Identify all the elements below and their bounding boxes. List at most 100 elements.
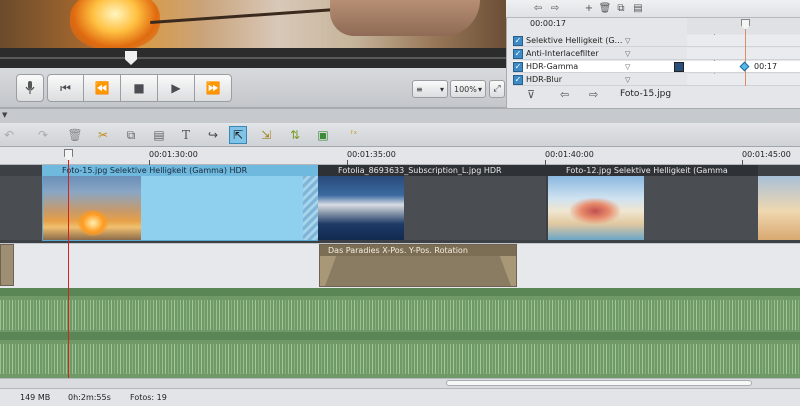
effect-row-anti-interlace[interactable]: ✓ Anti-Interlacefilter ▽: [513, 48, 687, 60]
effect-checkbox[interactable]: ✓: [513, 35, 523, 46]
chevron-down-icon[interactable]: ▽: [625, 76, 630, 84]
effect-keyframe-lane[interactable]: [687, 48, 800, 60]
zoom-value: 100%: [454, 84, 477, 94]
fast-forward-button[interactable]: ⏩: [194, 74, 232, 102]
range-cursor-icon[interactable]: ⇲: [257, 126, 275, 144]
microphone-icon: [25, 81, 35, 94]
keyframe-time: 00:17: [754, 62, 778, 71]
paste-icon[interactable]: ▤: [150, 126, 168, 144]
view-menu-dropdown[interactable]: ≡ ▾: [412, 80, 448, 98]
play-button[interactable]: ▶: [157, 74, 195, 102]
effect-checkbox[interactable]: ✓: [513, 61, 523, 72]
clip-thumbnail-next[interactable]: [758, 176, 800, 240]
undo-icon[interactable]: ↶: [0, 126, 18, 144]
cut-icon[interactable]: ✂: [94, 126, 112, 144]
copy-effect-icon[interactable]: ⧉: [614, 2, 628, 15]
collapse-down-icon[interactable]: ⊽: [527, 88, 535, 101]
ruler-label: 00:01:30:00: [149, 150, 198, 159]
status-bar: [0, 388, 800, 406]
scrollbar-thumb[interactable]: [446, 380, 752, 386]
effect-checkbox[interactable]: ✓: [513, 74, 523, 85]
effect-label: Selektive Helligkeit (G…: [526, 36, 623, 45]
title-clip-previous[interactable]: [0, 244, 14, 286]
previous-clip-icon[interactable]: ⇦: [560, 88, 569, 101]
paste-effect-icon[interactable]: ▤: [631, 2, 645, 15]
delete-effect-icon[interactable]: 🗑: [598, 2, 612, 15]
timeline-ruler[interactable]: [0, 147, 800, 165]
effects-clip-name: Foto-15.jpg: [620, 89, 672, 99]
preview-scrub-line: [0, 57, 506, 59]
rotate-icon[interactable]: ↪: [204, 126, 222, 144]
group-icon[interactable]: ▣: [314, 126, 332, 144]
thumbnail-figure: [570, 198, 620, 224]
undo-arrow-icon[interactable]: ⇦: [531, 2, 545, 15]
effects-playhead-line: [745, 30, 746, 86]
title-clip-header: Das Paradies X-Pos. Y-Pos. Rotation: [320, 245, 516, 256]
zoom-dropdown[interactable]: 100% ▾: [450, 80, 486, 98]
rewind-button[interactable]: ⏪: [83, 74, 121, 102]
move-arrows-icon[interactable]: ⇅: [286, 126, 304, 144]
expand-icon: ⤢: [493, 84, 501, 94]
play-icon: ▶: [171, 81, 181, 95]
fast-forward-icon: ⏩: [205, 81, 221, 95]
effect-keyframe-lane[interactable]: [687, 35, 800, 47]
redo-arrow-icon[interactable]: ⇨: [548, 2, 562, 15]
rewind-icon: ⏪: [94, 81, 110, 95]
add-effect-icon[interactable]: +: [582, 2, 596, 15]
preview-campfire: [70, 0, 160, 48]
effect-label: HDR-Gamma: [526, 62, 579, 71]
menu-icon: ≡: [416, 84, 423, 94]
color-swatch[interactable]: [674, 62, 684, 72]
timeline-playhead-line: [68, 160, 69, 378]
video-clip-fotolia[interactable]: [404, 176, 546, 240]
collapse-arrow-icon[interactable]: ▼: [2, 111, 7, 119]
effect-row-hdr-gamma[interactable]: ✓ HDR-Gamma ▽: [513, 61, 687, 73]
chevron-down-icon: ▾: [477, 84, 482, 94]
video-editor-window: ⏮ ⏪ ■ ▶ ⏩ ≡ ▾ 100% ▾ ⤢ ⇦ ⇨ + 🗑 ⧉ ▤ 00:00:1…: [0, 0, 800, 406]
audio-track-header: [0, 332, 800, 340]
clip-header: Fotolia_8693633_Subscription_L.jpg HDR: [318, 165, 546, 176]
audio-track-header: [0, 288, 800, 296]
transition-marker[interactable]: [303, 176, 318, 240]
skip-to-start-button[interactable]: ⏮: [47, 74, 84, 102]
preview-monitor: [0, 0, 506, 48]
clip-header: Foto-12.jpg Selektive Helligkeit (Gamma: [546, 165, 758, 176]
delete-icon[interactable]: 🗑: [66, 126, 84, 144]
video-clip-previous[interactable]: [0, 176, 42, 240]
effects-time: 00:00:17: [530, 19, 566, 28]
stop-button[interactable]: ■: [120, 74, 158, 102]
next-clip-icon[interactable]: ⇨: [589, 88, 598, 101]
effect-row-selektive-helligkeit[interactable]: ✓ Selektive Helligkeit (G… ▽: [513, 35, 687, 47]
chevron-down-icon: ▾: [439, 84, 444, 94]
effect-label: HDR-Blur: [526, 75, 563, 84]
redo-icon[interactable]: ↷: [34, 126, 52, 144]
record-voice-button[interactable]: [16, 74, 44, 102]
effect-label: Anti-Interlacefilter: [526, 49, 599, 58]
status-photos: Fotos: 19: [130, 393, 167, 402]
effect-keyframe-lane[interactable]: [687, 74, 800, 86]
selection-cursor-icon[interactable]: ⇱: [229, 126, 247, 144]
thumbnail-fire: [78, 210, 108, 236]
audio-waveform: [0, 344, 800, 374]
clip-thumbnail[interactable]: [318, 176, 404, 240]
ruler-label: 00:01:40:00: [545, 150, 594, 159]
copy-icon[interactable]: ⧉: [122, 126, 140, 144]
chevron-down-icon[interactable]: ▽: [625, 63, 630, 71]
fullscreen-button[interactable]: ⤢: [489, 80, 505, 98]
stop-icon: ■: [133, 81, 145, 95]
audio-waveform: [0, 300, 800, 330]
chevron-down-icon[interactable]: ▽: [625, 37, 630, 45]
preview-stick: [150, 7, 350, 24]
effects-fx-icon[interactable]: ᶠˣ: [345, 126, 363, 144]
video-clip-foto-12[interactable]: [644, 176, 758, 240]
status-duration: 0h:2m:55s: [68, 393, 111, 402]
effect-row-hdr-blur[interactable]: ✓ HDR-Blur ▽: [513, 74, 687, 86]
ruler-label: 00:01:35:00: [347, 150, 396, 159]
skip-back-icon: ⏮: [60, 80, 71, 95]
status-memory: 149 MB: [20, 393, 51, 402]
effect-checkbox[interactable]: ✓: [513, 48, 523, 59]
clip-header: Foto-15.jpg Selektive Helligkeit (Gamma)…: [42, 165, 318, 176]
text-tool-icon[interactable]: T: [177, 126, 195, 144]
panel-splitter[interactable]: [0, 108, 800, 123]
chevron-down-icon[interactable]: ▽: [625, 50, 630, 58]
